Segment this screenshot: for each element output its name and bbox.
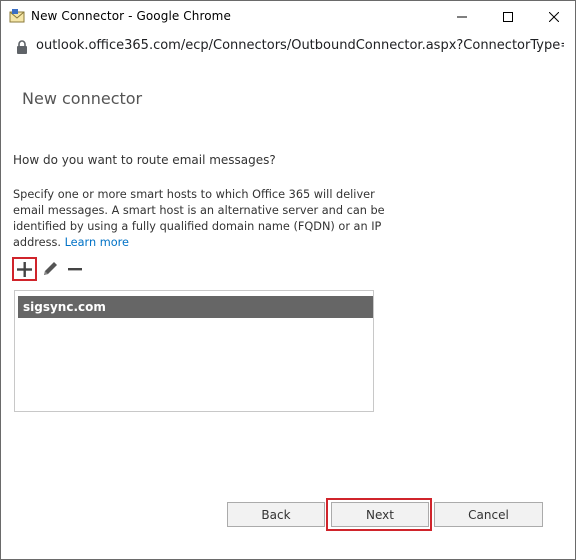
smart-host-description: Specify one or more smart hosts to which… bbox=[13, 187, 393, 251]
edit-button[interactable] bbox=[41, 260, 59, 278]
route-question: How do you want to route email messages? bbox=[13, 153, 276, 167]
pencil-icon bbox=[44, 262, 57, 275]
url-text[interactable]: outlook.office365.com/ecp/Connectors/Out… bbox=[36, 38, 564, 53]
address-bar[interactable]: outlook.office365.com/ecp/Connectors/Out… bbox=[1, 32, 575, 59]
close-button[interactable] bbox=[531, 1, 576, 32]
remove-button[interactable] bbox=[67, 260, 83, 278]
window-title: New Connector - Google Chrome bbox=[31, 9, 231, 23]
add-button[interactable] bbox=[12, 257, 37, 281]
list-item[interactable]: sigsync.com bbox=[18, 296, 373, 318]
smart-host-list[interactable]: sigsync.com bbox=[14, 290, 374, 412]
title-bar: New Connector - Google Chrome bbox=[1, 1, 575, 32]
browser-window: New Connector - Google Chrome outlook.of… bbox=[0, 0, 576, 560]
minus-icon bbox=[68, 268, 82, 271]
next-button[interactable]: Next bbox=[331, 502, 429, 527]
cancel-button[interactable]: Cancel bbox=[434, 502, 543, 527]
lock-icon[interactable] bbox=[16, 39, 28, 54]
maximize-button[interactable] bbox=[485, 1, 531, 32]
close-icon bbox=[549, 11, 559, 22]
plus-icon bbox=[17, 261, 32, 277]
minimize-button[interactable] bbox=[439, 1, 485, 32]
maximize-icon bbox=[503, 11, 513, 22]
learn-more-link[interactable]: Learn more bbox=[65, 236, 129, 249]
envelope-icon bbox=[9, 8, 25, 24]
back-button[interactable]: Back bbox=[227, 502, 325, 527]
page-title: New connector bbox=[22, 89, 143, 108]
minimize-icon bbox=[457, 16, 467, 17]
